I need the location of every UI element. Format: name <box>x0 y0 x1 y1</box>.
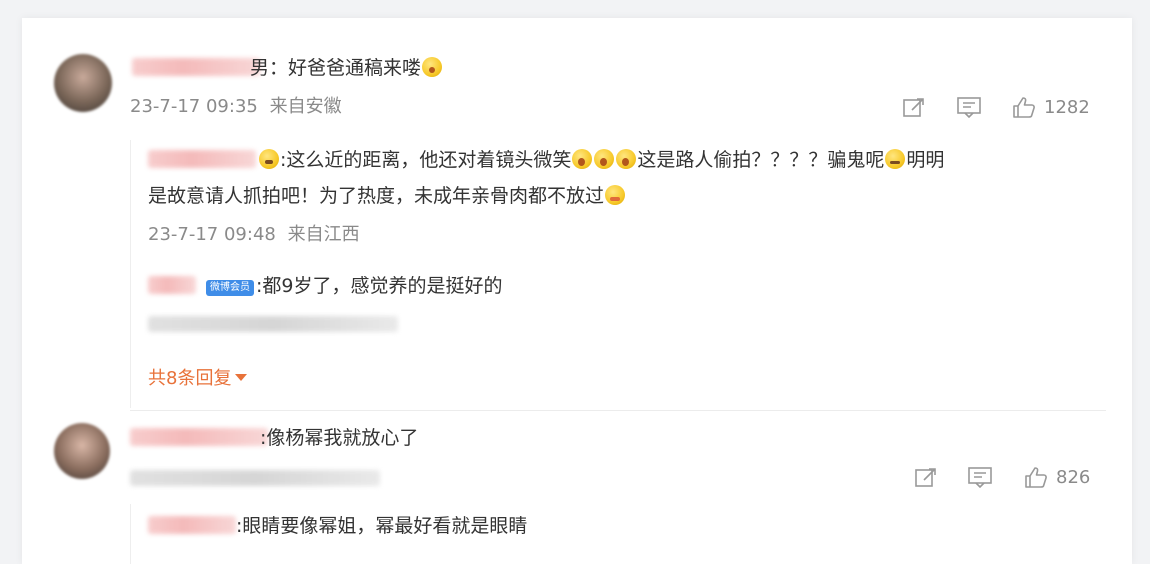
reply-text-line1: :这么近的距离，他还对着镜头微笑 这是路人偷拍？？？？骗鬼呢 明明 <box>258 148 944 172</box>
smile-emoji-icon <box>422 57 443 77</box>
comment-text-body: :像杨幂我就放心了 <box>260 427 419 449</box>
reply-text-continued: 是故意请人抓拍吧！为了热度，未成年亲骨肉都不放过 <box>148 185 605 207</box>
comment-meta: 23-7-17 09:35 来自安徽 <box>130 96 342 118</box>
reply-body: :都9岁了，感觉养的是挺好的 <box>256 275 503 297</box>
comment-button[interactable] <box>968 466 992 488</box>
thumbs-up-icon <box>1013 97 1035 118</box>
comment-icon <box>968 467 992 488</box>
avatar[interactable] <box>54 54 112 112</box>
sad-emoji-icon <box>885 149 906 169</box>
blurred-username[interactable] <box>148 276 196 294</box>
reply-text: :眼睛要像幂姐，幂最好看就是眼睛 <box>236 514 527 538</box>
like-count: 826 <box>1056 466 1091 488</box>
comment-time: 23-7-17 09:35 <box>130 96 258 117</box>
expand-replies-link[interactable]: 共8条回复 <box>148 364 248 390</box>
blurred-username[interactable] <box>148 150 256 168</box>
blurred-username[interactable] <box>132 58 260 76</box>
like-count: 1282 <box>1044 96 1090 118</box>
comment-button[interactable] <box>957 96 981 118</box>
blurred-text <box>148 316 398 332</box>
blurred-text <box>130 470 380 486</box>
shocked-emoji-icon <box>616 149 637 169</box>
reply-location: 来自江西 <box>287 224 360 245</box>
comment-panel: 男：好爸爸通稿来喽 23-7-17 09:35 来自安徽 1282 :这么近的距… <box>22 18 1132 564</box>
expand-replies-label: 共8条回复 <box>148 368 232 389</box>
reply-text-b: 这是路人偷拍？？？？骗鬼呢 <box>637 149 885 171</box>
share-button[interactable] <box>914 466 938 488</box>
reply-body: :眼睛要像幂姐，幂最好看就是眼睛 <box>236 515 528 537</box>
comment-location: 来自安徽 <box>269 96 342 117</box>
share-icon <box>903 98 924 117</box>
reply-text-line2: 是故意请人抓拍吧！为了热度，未成年亲骨肉都不放过 <box>148 184 626 208</box>
blurred-username[interactable] <box>148 516 236 534</box>
comment-text: :像杨幂我就放心了 <box>260 426 418 450</box>
caret-down-icon <box>235 374 248 381</box>
thumbs-up-icon <box>1025 467 1047 488</box>
comment-text-body: 男：好爸爸通稿来喽 <box>250 57 422 79</box>
like-button[interactable]: 1282 <box>1012 96 1090 118</box>
share-button[interactable] <box>902 96 926 118</box>
member-badge: 微博会员 <box>206 280 254 296</box>
like-button[interactable]: 826 <box>1024 466 1090 488</box>
sad-emoji-icon <box>259 149 279 169</box>
divider <box>130 410 1106 411</box>
blurred-username[interactable] <box>130 428 268 446</box>
reply-text-c: 明明 <box>906 149 945 171</box>
comment-text: 男：好爸爸通稿来喽 <box>250 56 443 80</box>
reply-text-a: :这么近的距离，他还对着镜头微笑 <box>280 149 572 171</box>
crying-emoji-icon <box>605 185 626 205</box>
shocked-emoji-icon <box>594 149 615 169</box>
reply-meta: 23-7-17 09:48 来自江西 <box>148 224 360 246</box>
comment-icon <box>957 97 981 118</box>
share-icon <box>915 468 936 487</box>
avatar[interactable] <box>54 423 110 479</box>
shocked-emoji-icon <box>572 149 593 169</box>
reply-time: 23-7-17 09:48 <box>148 224 276 245</box>
reply-text: 微博会员:都9岁了，感觉养的是挺好的 <box>204 274 503 298</box>
